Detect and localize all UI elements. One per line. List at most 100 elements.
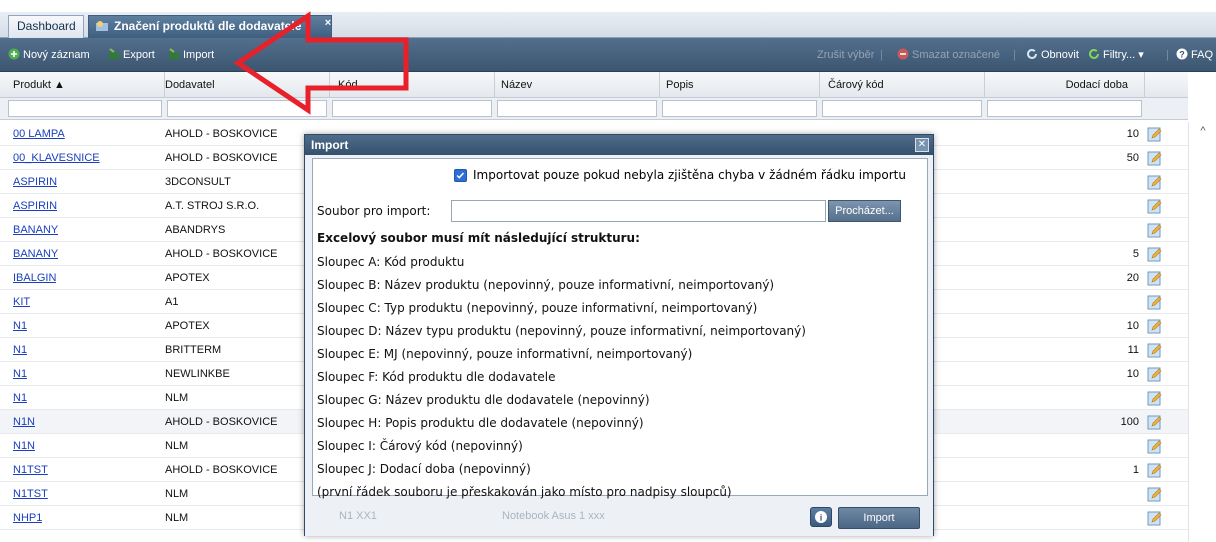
structure-line: Sloupec H: Popis produktu dle dodavatele… [317, 416, 644, 430]
new-record-button[interactable]: Nový záznam [8, 47, 90, 63]
filter-input-product[interactable] [8, 100, 162, 117]
delivery-time-cell: 5 [1132, 248, 1139, 260]
add-icon [8, 48, 20, 60]
supplier-cell: BRITTERM [165, 344, 222, 356]
edit-icon[interactable] [1147, 366, 1163, 382]
supplier-cell: AHOLD - BOSKOVICE [165, 152, 278, 164]
toolbar: Nový záznam Export Import Zrušit výběr |… [0, 38, 1216, 72]
tab-dashboard[interactable]: Dashboard [8, 15, 84, 38]
edit-icon[interactable] [1147, 246, 1163, 262]
excel-export-icon [109, 48, 119, 59]
filter-input-delivery-time[interactable] [987, 100, 1142, 117]
supplier-cell: NEWLINKBE [165, 368, 230, 380]
structure-line: Sloupec E: MJ (nepovinný, pouze informat… [317, 347, 693, 361]
refresh-icon [1027, 48, 1037, 59]
faq-button[interactable]: ? FAQ [1176, 47, 1213, 63]
column-header-delivery-time[interactable]: Dodací doba [985, 72, 1145, 98]
product-link[interactable]: IBALGIN [13, 266, 56, 290]
column-header-description[interactable]: Popis [660, 72, 820, 98]
export-button[interactable]: Export [108, 47, 155, 63]
svg-text:?: ? [1179, 50, 1185, 60]
background-row-name: Notebook Asus 1 xxx [502, 510, 605, 522]
structure-line: Sloupec C: Typ produktu (nepovinný, pouz… [317, 301, 758, 315]
edit-icon[interactable] [1147, 438, 1163, 454]
import-only-if-no-errors-checkbox[interactable] [454, 169, 467, 182]
column-header-barcode[interactable]: Čárový kód [820, 72, 985, 98]
file-label: Soubor pro import: [317, 204, 431, 218]
structure-line: Sloupec B: Název produktu (nepovinný, po… [317, 278, 775, 292]
filter-icon [1089, 48, 1099, 59]
product-link[interactable]: N1 [13, 386, 27, 410]
product-link[interactable]: N1 [13, 338, 27, 362]
delete-icon [897, 48, 909, 60]
delivery-time-cell [1050, 170, 1139, 194]
supplier-cell: NLM [165, 488, 189, 500]
clear-selection-button[interactable]: Zrušit výběr [817, 47, 874, 63]
supplier-cell: APOTEX [165, 320, 210, 332]
delete-marked-button[interactable]: Smazat označené [897, 47, 1000, 63]
browse-button[interactable]: Procházet... [828, 200, 901, 222]
info-icon: i [815, 511, 827, 523]
import-dialog: Import ✕ Importovat pouze pokud nebyla z… [304, 134, 934, 536]
edit-icon[interactable] [1147, 462, 1163, 478]
product-link[interactable]: N1 [13, 314, 27, 338]
product-link[interactable]: KIT [13, 290, 30, 314]
product-link[interactable]: ASPIRIN [13, 194, 57, 218]
import-button[interactable]: Import [168, 47, 214, 63]
supplier-cell: A1 [165, 296, 179, 308]
edit-icon[interactable] [1147, 342, 1163, 358]
refresh-button[interactable]: Obnovit [1026, 47, 1079, 63]
edit-icon[interactable] [1147, 390, 1163, 406]
delivery-time-cell [1050, 434, 1139, 458]
import-confirm-button[interactable]: Import [838, 507, 920, 529]
edit-icon[interactable] [1147, 294, 1163, 310]
product-link[interactable]: BANANY [13, 242, 58, 266]
edit-icon[interactable] [1147, 510, 1163, 526]
vertical-scrollbar[interactable] [1188, 122, 1216, 542]
filter-input-name[interactable] [497, 100, 657, 117]
product-link[interactable]: BANANY [13, 218, 58, 242]
filter-input-description[interactable] [662, 100, 817, 117]
product-link[interactable]: N1N [13, 410, 35, 434]
checkbox-label: Importovat pouze pokud nebyla zjištěna c… [473, 168, 906, 182]
supplier-cell: AHOLD - BOSKOVICE [165, 128, 278, 140]
edit-icon[interactable] [1147, 126, 1163, 142]
product-link[interactable]: 00_KLAVESNICE [13, 146, 100, 170]
delivery-time-cell: 100 [1120, 416, 1139, 428]
product-link[interactable]: N1N [13, 434, 35, 458]
filter-input-barcode[interactable] [822, 100, 982, 117]
supplier-cell: A.T. STROJ S.R.O. [165, 200, 260, 212]
product-link[interactable]: N1TST [13, 458, 48, 482]
edit-icon[interactable] [1147, 198, 1163, 214]
background-row-code: N1 XX1 [339, 510, 377, 522]
edit-icon[interactable] [1147, 174, 1163, 190]
edit-icon[interactable] [1147, 318, 1163, 334]
info-button[interactable]: i [810, 507, 832, 527]
product-link[interactable]: N1TST [13, 482, 48, 506]
delivery-time-cell [1050, 290, 1139, 314]
filters-button[interactable]: Filtry... ▾ [1088, 47, 1144, 63]
product-link[interactable]: 00 LAMPA [13, 122, 65, 146]
product-link[interactable]: ASPIRIN [13, 170, 57, 194]
import-file-input[interactable] [451, 200, 826, 222]
column-header-product[interactable]: Produkt ▲ [0, 72, 165, 98]
tab-bar: Dashboard Značení produktů dle dodavatel… [0, 0, 1216, 38]
edit-icon[interactable] [1147, 414, 1163, 430]
column-header-name[interactable]: Název [495, 72, 660, 98]
chevron-down-icon: ▾ [1135, 49, 1144, 61]
scroll-up-icon[interactable]: ^ [1196, 125, 1210, 137]
product-link[interactable]: N1 [13, 362, 27, 386]
dialog-close-icon[interactable]: ✕ [915, 138, 929, 152]
export-label: Export [123, 49, 155, 61]
edit-icon[interactable] [1147, 222, 1163, 238]
delivery-time-cell [1050, 194, 1139, 218]
edit-icon[interactable] [1147, 486, 1163, 502]
edit-icon[interactable] [1147, 150, 1163, 166]
supplier-cell: AHOLD - BOSKOVICE [165, 416, 278, 428]
edit-icon[interactable] [1147, 270, 1163, 286]
supplier-cell: AHOLD - BOSKOVICE [165, 464, 278, 476]
product-link[interactable]: NHP1 [13, 506, 42, 530]
supplier-cell: NLM [165, 440, 189, 452]
filter-row [0, 98, 1188, 120]
structure-line: Sloupec G: Název produktu dle dodavatele… [317, 393, 650, 407]
